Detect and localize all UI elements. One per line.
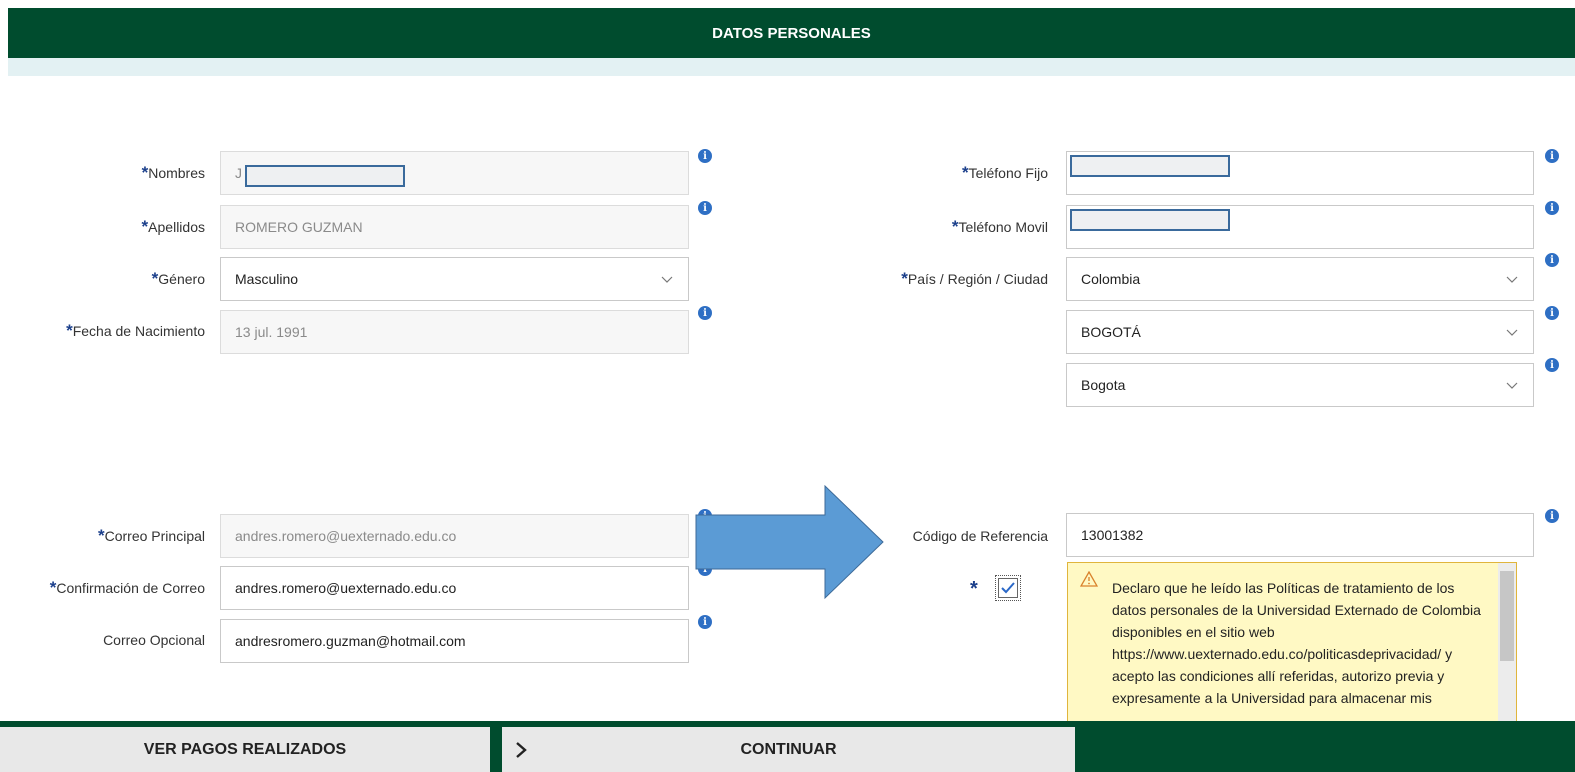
chevron-down-icon [661, 276, 673, 283]
info-icon[interactable]: i [1545, 358, 1559, 372]
info-icon[interactable]: i [1545, 149, 1559, 163]
fecha-label: *Fecha de Nacimiento [66, 321, 205, 340]
telefono-fijo-label: *Teléfono Fijo [961, 163, 1048, 182]
page-title: DATOS PERSONALES [712, 24, 871, 42]
required-asterisk: * [970, 578, 978, 600]
correo-principal-field[interactable]: andres.romero@uexternado.edu.co [220, 514, 689, 558]
pais-select[interactable]: Colombia [1066, 257, 1534, 301]
confirmacion-label: *Confirmación de Correo [49, 578, 205, 597]
header-subband [8, 58, 1575, 76]
chevron-down-icon [1506, 329, 1518, 336]
fecha-nacimiento-field[interactable]: 13 jul. 1991 [220, 310, 689, 354]
info-icon[interactable]: i [698, 149, 712, 163]
info-icon[interactable]: i [1545, 253, 1559, 267]
info-icon[interactable]: i [1545, 201, 1559, 215]
privacy-consent-checkbox[interactable] [995, 575, 1021, 601]
warning-icon [1080, 571, 1098, 587]
genero-label: *Género [151, 269, 205, 288]
ver-pagos-button[interactable]: VER PAGOS REALIZADOS [0, 727, 490, 772]
redaction-box [245, 165, 405, 187]
privacy-notice: Declaro que he leído las Políticas de tr… [1067, 562, 1517, 722]
scrollbar-thumb[interactable] [1500, 571, 1514, 661]
privacy-notice-text: Declaro que he leído las Políticas de tr… [1112, 580, 1481, 706]
apellidos-label: *Apellidos [141, 217, 205, 236]
correo-opcional-field[interactable]: andresromero.guzman@hotmail.com [220, 619, 689, 663]
check-icon [1001, 582, 1015, 594]
correo-opcional-label: Correo Opcional [103, 632, 205, 648]
codigo-referencia-label: Código de Referencia [912, 528, 1048, 544]
region-select[interactable]: BOGOTÁ [1066, 310, 1534, 354]
arrow-right-icon [695, 485, 884, 600]
info-icon[interactable]: i [1545, 306, 1559, 320]
genero-select[interactable]: Masculino [220, 257, 689, 301]
info-icon[interactable]: i [698, 306, 712, 320]
pais-region-ciudad-label: *País / Región / Ciudad [901, 269, 1048, 288]
redaction-box [1070, 155, 1230, 177]
info-icon[interactable]: i [698, 201, 712, 215]
page-header: DATOS PERSONALES [8, 8, 1575, 58]
info-icon[interactable]: i [1545, 509, 1559, 523]
codigo-referencia-field[interactable]: 13001382 [1066, 513, 1534, 557]
info-icon[interactable]: i [698, 615, 712, 629]
nombres-label: *Nombres [141, 163, 205, 182]
confirmacion-correo-field[interactable]: andres.romero@uexternado.edu.co [220, 566, 689, 610]
chevron-down-icon [1506, 382, 1518, 389]
ciudad-select[interactable]: Bogota [1066, 363, 1534, 407]
correo-principal-label: *Correo Principal [98, 526, 205, 545]
telefono-movil-label: *Teléfono Movil [951, 217, 1048, 236]
privacy-notice-scrollbar[interactable] [1498, 563, 1516, 721]
chevron-down-icon [1506, 276, 1518, 283]
redaction-box [1070, 209, 1230, 231]
continuar-button[interactable]: CONTINUAR [502, 727, 1075, 772]
apellidos-field[interactable]: ROMERO GUZMAN [220, 205, 689, 249]
chevron-right-icon [516, 742, 527, 758]
